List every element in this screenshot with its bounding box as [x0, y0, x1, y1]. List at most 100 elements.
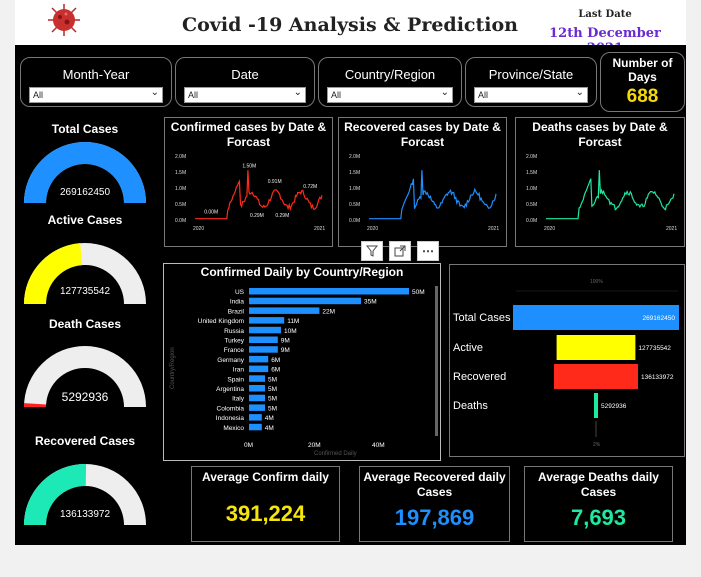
gauge-value-death: 5292936 [61, 390, 109, 404]
country-region-dropdown[interactable]: All ⌄ [327, 87, 453, 103]
page-title: Covid -19 Analysis & Prediction [182, 14, 518, 36]
active-cases-gauge [24, 243, 146, 305]
bar-value-label: 6M [271, 367, 280, 374]
x-tick-label: 20M [308, 442, 321, 449]
chart-annotation: 0.29M [275, 213, 289, 219]
chevron-down-icon: ⌄ [150, 87, 159, 98]
bar [249, 365, 269, 373]
bar-value-label: 6M [271, 357, 280, 364]
virus-logo-icon [46, 2, 82, 38]
funnel-top-label: 100% [590, 279, 603, 285]
funnel-value-label: 5292936 [601, 403, 627, 410]
funnel-value-label: 136133972 [641, 374, 674, 381]
province-state-dropdown[interactable]: All ⌄ [474, 87, 588, 103]
bar-value-label: 10M [284, 328, 297, 335]
y-tick-label: 0.0M [175, 218, 186, 224]
kpi-value: 197,869 [394, 505, 475, 530]
kpi-value: 391,224 [225, 501, 306, 526]
deaths-trend-panel[interactable]: Deaths cases by Date & Forcast 2.0M 1.5M 1… [515, 117, 685, 247]
confirmed-trend-panel[interactable]: Confirmed cases by Date & Forcast 2.0M 1.… [164, 117, 333, 247]
recovered-trend-panel[interactable]: Recovered cases by Date & Forcast 2.0M 1.… [338, 117, 507, 247]
y-tick-label: 2.0M [526, 154, 537, 160]
filter-label: Country/Region [344, 67, 436, 82]
kpi-avg-deaths: Average Deaths daily Cases 7,693 [524, 466, 673, 542]
confirmed-trend-chart: 2.0M 1.5M 1.0M 0.5M 0.0M 2020 2021 1.50M 0.91M 0.… [175, 154, 325, 232]
funnel-bar [594, 393, 598, 418]
category-label: France [224, 347, 245, 354]
bar [249, 404, 265, 411]
category-label: Argentina [216, 386, 244, 393]
category-label: US [235, 289, 245, 296]
kpi-title: Average Confirm daily [202, 470, 329, 484]
x-axis-label: Confirmed Daily [314, 451, 357, 457]
funnel-value-label: 269162450 [642, 315, 675, 322]
country-bar-panel[interactable]: Confirmed Daily by Country/Region Countr… [163, 263, 441, 461]
chevron-down-icon: ⌄ [293, 87, 302, 98]
last-date-label: Last Date [578, 9, 632, 20]
y-tick-label: 0.5M [349, 202, 360, 208]
x-tick-label: 2020 [367, 226, 378, 232]
bar-value-label: 35M [364, 299, 377, 306]
filter-province-state: Province/State All ⌄ [465, 57, 597, 107]
chart-annotation: 0.91M [268, 179, 282, 185]
chart-scrollbar[interactable] [435, 286, 438, 436]
bar [249, 336, 278, 343]
deaths-trend-chart: 2.0M 1.5M 1.0M 0.5M 0.0M 2020 2021 [526, 154, 677, 232]
category-label: Germany [217, 357, 244, 364]
x-tick-label: 40M [372, 442, 385, 449]
bar-value-label: 5M [268, 376, 277, 383]
y-tick-label: 1.5M [175, 170, 186, 176]
category-label: India [230, 299, 244, 306]
funnel-chart: 100% Total Cases 269162450 Active 127735542 R… [453, 279, 679, 448]
funnel-panel[interactable]: 100% Total Cases 269162450 Active 127735542 R… [449, 264, 685, 457]
dropdown-value: All [188, 90, 199, 100]
bar [249, 307, 320, 314]
kpi-avg-confirm: Average Confirm daily 391,224 [191, 466, 340, 542]
y-tick-label: 1.5M [526, 170, 537, 176]
dropdown-value: All [33, 90, 44, 100]
filter-icon[interactable] [361, 241, 383, 261]
dropdown-value: All [331, 90, 342, 100]
bar [249, 385, 265, 392]
filter-country-region: Country/Region All ⌄ [318, 57, 462, 107]
bar-value-label: 11M [287, 318, 299, 325]
funnel-category-label: Total Cases [453, 312, 511, 324]
bar [249, 346, 278, 353]
category-label: Iran [233, 367, 245, 374]
more-options-icon[interactable]: ⋯ [417, 241, 439, 261]
gauge-title-recovered: Recovered Cases [34, 434, 136, 448]
bar-value-label: 5M [268, 405, 277, 412]
bar-value-label: 4M [265, 415, 274, 422]
focus-mode-icon[interactable] [389, 241, 411, 261]
recovered-trend-chart: 2.0M 1.5M 1.0M 0.5M 0.0M 2020 2021 [349, 154, 499, 232]
bar-value-label: 4M [265, 425, 274, 432]
bar-value-label: 5M [268, 396, 277, 403]
kpi-title-line2: Cases [580, 485, 617, 499]
chevron-down-icon: ⌄ [575, 87, 584, 98]
kpi-value: 7,693 [570, 505, 627, 530]
bar-value-label: 9M [281, 347, 290, 354]
category-label: Brazil [228, 308, 245, 315]
bar-value-label: 9M [281, 338, 290, 345]
date-dropdown[interactable]: All ⌄ [184, 87, 306, 103]
x-tick-label: 2021 [666, 226, 677, 232]
days-card-label-1: Number of [612, 56, 673, 70]
category-label: Mexico [223, 425, 244, 432]
bar [249, 423, 262, 431]
category-label: Russia [224, 328, 244, 335]
funnel-category-label: Recovered [453, 371, 506, 383]
y-tick-label: 0.0M [349, 218, 360, 224]
x-tick-label: 2021 [488, 226, 499, 232]
chart-title-line1: Confirmed cases by Date & [170, 120, 327, 134]
kpi-title-line1: Average Deaths daily [538, 470, 659, 484]
funnel-value-label: 127735542 [638, 345, 671, 352]
gauge-title-active: Active Cases [47, 213, 123, 227]
x-tick-label: 2020 [544, 226, 555, 232]
y-tick-label: 0.5M [175, 202, 186, 208]
y-tick-label: 0.5M [526, 202, 537, 208]
bar [249, 394, 265, 402]
days-card-value: 688 [626, 86, 659, 107]
funnel-category-label: Active [453, 342, 483, 354]
kpi-avg-recovered: Average Recovered daily Cases 197,869 [359, 466, 510, 542]
month-year-dropdown[interactable]: All ⌄ [29, 87, 163, 103]
